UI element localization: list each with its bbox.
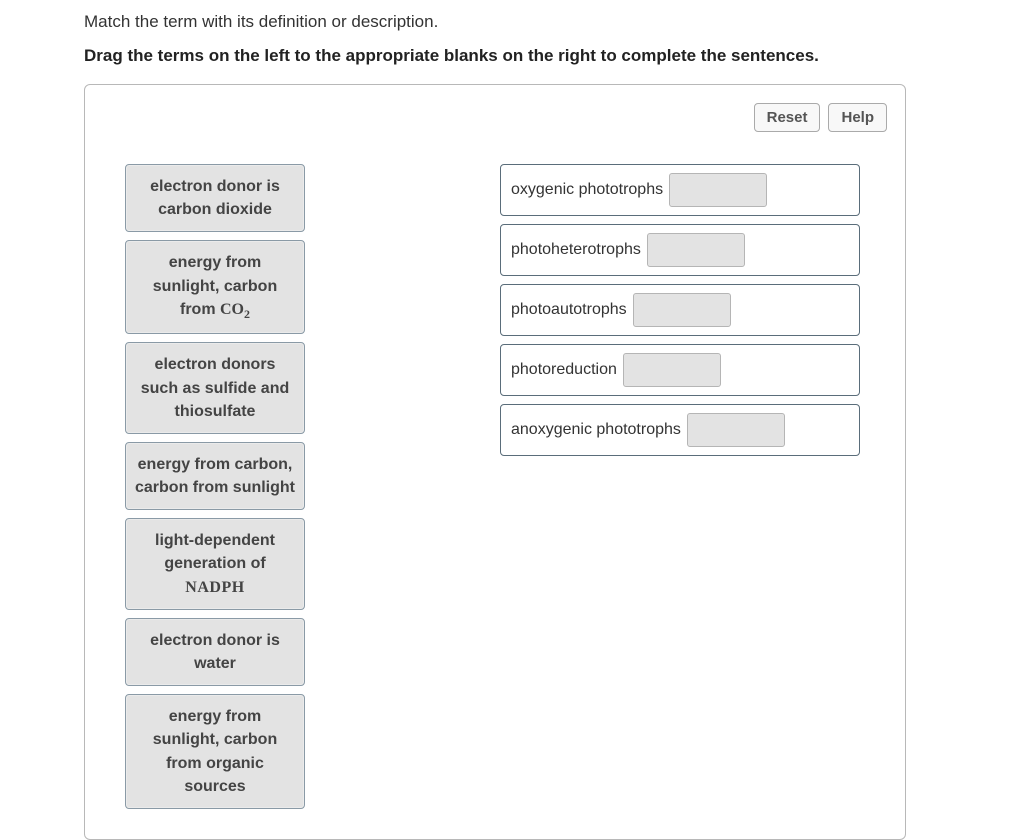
- drop-slot[interactable]: [633, 293, 731, 327]
- term-label: electron donor is carbon dioxide: [150, 178, 280, 218]
- term-label: light-dependent generation of: [155, 532, 275, 572]
- target-label: photoreduction: [511, 361, 617, 379]
- target-photoheterotrophs[interactable]: photoheterotrophs: [500, 224, 860, 276]
- target-label: photoheterotrophs: [511, 241, 641, 259]
- drop-slot[interactable]: [687, 413, 785, 447]
- term-label: energy from carbon, carbon from sunlight: [135, 456, 295, 496]
- target-photoautotrophs[interactable]: photoautotrophs: [500, 284, 860, 336]
- term-label: electron donors such as sulfide and thio…: [141, 356, 289, 419]
- instructions-text: Drag the terms on the left to the approp…: [84, 46, 1024, 66]
- term-light-dependent-nadph[interactable]: light-dependent generation of NADPH: [125, 518, 305, 610]
- term-energy-carbon-sunlight[interactable]: energy from carbon, carbon from sunlight: [125, 442, 305, 510]
- reset-button[interactable]: Reset: [754, 103, 821, 132]
- term-nadph: NADPH: [185, 579, 244, 596]
- terms-column: electron donor is carbon dioxide energy …: [125, 164, 350, 809]
- term-energy-sunlight-carbon-co2[interactable]: energy from sunlight, carbon from CO2: [125, 240, 305, 334]
- toolbar: Reset Help: [103, 103, 887, 132]
- term-label: energy from sunlight, carbon from: [153, 254, 277, 317]
- targets-column: oxygenic phototrophs photoheterotrophs p…: [500, 164, 860, 456]
- term-chem: CO2: [220, 301, 250, 318]
- term-electron-donor-co2[interactable]: electron donor is carbon dioxide: [125, 164, 305, 232]
- term-electron-donor-water[interactable]: electron donor is water: [125, 618, 305, 686]
- target-label: photoautotrophs: [511, 301, 627, 319]
- activity-panel: Reset Help electron donor is carbon diox…: [84, 84, 906, 840]
- drop-slot[interactable]: [669, 173, 767, 207]
- term-label: energy from sunlight, carbon from organi…: [153, 708, 277, 795]
- term-electron-donors-sulfide[interactable]: electron donors such as sulfide and thio…: [125, 342, 305, 434]
- drop-slot[interactable]: [647, 233, 745, 267]
- target-photoreduction[interactable]: photoreduction: [500, 344, 860, 396]
- help-button[interactable]: Help: [828, 103, 887, 132]
- target-label: anoxygenic phototrophs: [511, 421, 681, 439]
- term-energy-sunlight-organic[interactable]: energy from sunlight, carbon from organi…: [125, 694, 305, 809]
- intro-text: Match the term with its definition or de…: [84, 12, 1024, 32]
- target-anoxygenic-phototrophs[interactable]: anoxygenic phototrophs: [500, 404, 860, 456]
- term-label: electron donor is water: [150, 632, 280, 672]
- drop-slot[interactable]: [623, 353, 721, 387]
- target-oxygenic-phototrophs[interactable]: oxygenic phototrophs: [500, 164, 860, 216]
- target-label: oxygenic phototrophs: [511, 181, 663, 199]
